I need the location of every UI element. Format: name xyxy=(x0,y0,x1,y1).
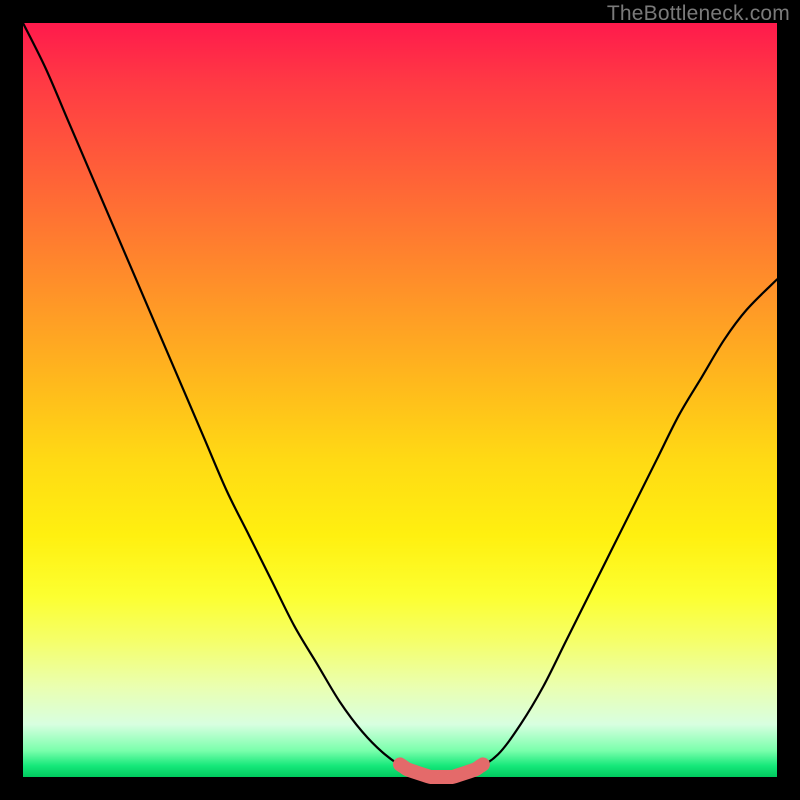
outer-frame: TheBottleneck.com xyxy=(0,0,800,800)
bottleneck-curve xyxy=(23,23,777,778)
sweet-spot-highlight xyxy=(400,764,483,777)
chart-svg xyxy=(23,23,777,777)
plot-area xyxy=(23,23,777,777)
